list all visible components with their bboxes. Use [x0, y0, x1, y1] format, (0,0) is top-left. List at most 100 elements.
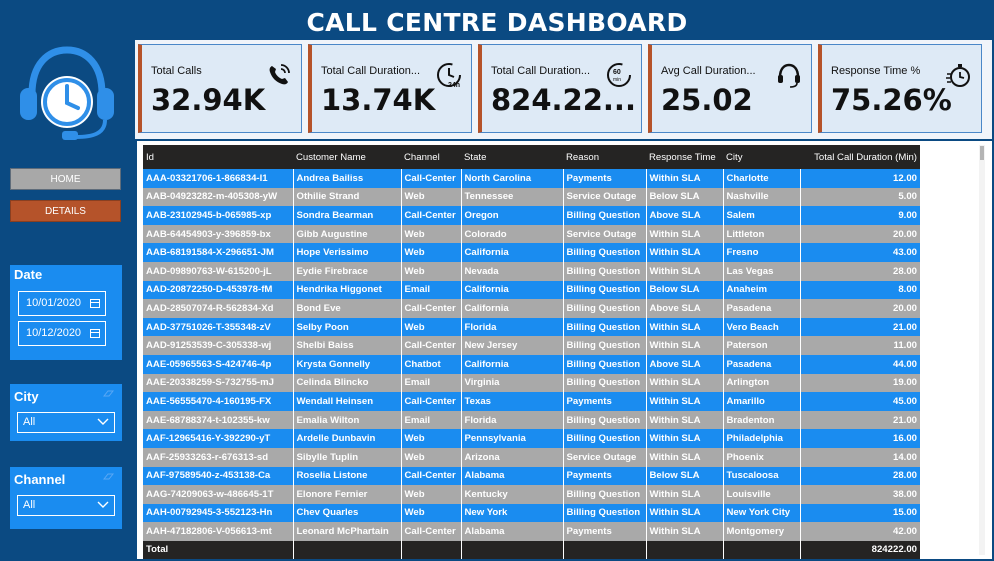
channel-dropdown[interactable]: All	[17, 495, 115, 516]
table-cell: Within SLA	[645, 373, 723, 393]
table-cell: Billing Question	[562, 429, 646, 448]
column-header-id[interactable]: Id	[143, 145, 293, 169]
table-cell: Littleton	[722, 224, 800, 244]
table-cell: Wendall Heinsen	[292, 392, 401, 411]
table-cell: Within SLA	[645, 503, 723, 523]
table-cell: Billing Question	[562, 299, 646, 318]
table-row[interactable]: AAD-09890763-W-615200-jL Eydie Firebrace W…	[143, 261, 920, 281]
column-header-city[interactable]: City	[723, 145, 800, 169]
kpi-label: Total Call Duration...	[491, 65, 591, 77]
table-row[interactable]: AAE-56555470-4-160195-FX Wendall Heinsen C…	[143, 392, 920, 411]
table-cell: Within SLA	[645, 429, 723, 448]
kpi-label: Total Call Duration...	[321, 65, 421, 77]
table-cell: Web	[400, 187, 461, 207]
kpi-card-avg-call-duration: Avg Call Duration... 25.02	[648, 44, 812, 133]
table-row[interactable]: AAD-91253539-C-305338-wj Shelbi Baiss Call…	[143, 336, 920, 355]
table-cell: Above SLA	[645, 354, 723, 374]
city-dropdown[interactable]: All	[17, 412, 115, 433]
table-cell: AAE-56555470-4-160195-FX	[143, 392, 293, 411]
column-header-total-call-duration[interactable]: Total Call Duration (Min)	[800, 145, 920, 169]
column-header-customer-name[interactable]: Customer Name	[293, 145, 401, 169]
table-cell: Chev Quarles	[292, 503, 401, 523]
svg-text:60: 60	[613, 69, 621, 76]
table-row[interactable]: AAE-68788374-t-102355-kw Emalia Wilton Ema…	[143, 410, 920, 430]
table-cell: Ardelle Dunbavin	[292, 429, 401, 448]
table-cell: Phoenix	[722, 447, 800, 467]
table-cell: Billing Question	[562, 503, 646, 523]
column-header-reason[interactable]: Reason	[563, 145, 646, 169]
details-button[interactable]: DETAILS	[10, 200, 121, 222]
column-header-channel[interactable]: Channel	[401, 145, 461, 169]
table-cell: Call-Center	[400, 466, 461, 486]
table-cell: Email	[400, 280, 461, 300]
table-cell: Shelbi Baiss	[292, 336, 401, 355]
table-cell: Roselia Listone	[292, 466, 401, 486]
kpi-cards-panel: Total Calls 32.94K Total Call Duration..…	[135, 40, 992, 139]
calendar-icon[interactable]	[90, 329, 100, 338]
table-row[interactable]: AAB-68191584-X-296651-JM Hope Verissimo We…	[143, 243, 920, 262]
table-cell: Eydie Firebrace	[292, 261, 401, 281]
table-row[interactable]: AAE-05965563-S-424746-4p Krysta Gonnelly C…	[143, 354, 920, 374]
start-date-input[interactable]: 10/01/2020	[18, 291, 106, 316]
home-button[interactable]: HOME	[10, 168, 121, 190]
table-cell: Gibb Augustine	[292, 224, 401, 244]
total-label: Total	[143, 540, 293, 559]
table-cell: AAF-25933263-r-676313-sd	[143, 447, 293, 467]
table-row[interactable]: AAB-64454903-y-396859-bx Gibb Augustine We…	[143, 224, 920, 244]
table-row[interactable]: AAE-20338259-S-732755-mJ Celinda Blincko E…	[143, 373, 920, 393]
clock-24h-icon: 24h	[437, 63, 461, 89]
table-cell: 20.00	[799, 299, 920, 318]
table-row[interactable]: AAD-20872250-D-453978-fM Hendrika Higgone…	[143, 280, 920, 300]
calendar-icon[interactable]	[90, 299, 100, 308]
table-cell: Service Outage	[562, 187, 646, 207]
table-cell: Call-Center	[400, 169, 461, 188]
table-cell: Payments	[562, 522, 646, 541]
table-row[interactable]: AAH-00792945-3-552123-Hn Chev Quarles Web N…	[143, 503, 920, 523]
chevron-down-icon[interactable]	[97, 500, 109, 509]
column-header-state[interactable]: State	[461, 145, 563, 169]
table-row[interactable]: AAF-12965416-Y-392290-yT Ardelle Dunbavin…	[143, 429, 920, 448]
total-value: 824222.00	[799, 540, 920, 559]
table-cell: Within SLA	[645, 522, 723, 541]
clear-selection-icon[interactable]	[103, 473, 114, 481]
table-row[interactable]: AAH-47182806-V-056613-mt Leonard McPharta…	[143, 522, 920, 541]
table-row[interactable]: AAD-37751026-T-355348-zV Selby Poon Web Flo…	[143, 317, 920, 337]
table-cell: Hope Verissimo	[292, 243, 401, 262]
start-date-value: 10/01/2020	[26, 297, 82, 309]
table-cell: Within SLA	[645, 261, 723, 281]
table-row[interactable]: AAD-28507074-R-562834-Xd Bond Eve Call-Cen…	[143, 299, 920, 318]
table-cell: AAG-74209063-w-486645-1T	[143, 485, 293, 504]
table-cell: Payments	[562, 466, 646, 486]
table-cell: Payments	[562, 392, 646, 411]
table-cell: Hendrika Higgonet	[292, 280, 401, 300]
table-row[interactable]: AAF-25933263-r-676313-sd Sibylle Tuplin We…	[143, 447, 920, 467]
channel-dropdown-value: All	[23, 499, 36, 511]
table-cell: California	[460, 354, 563, 374]
chevron-down-icon[interactable]	[97, 417, 109, 426]
table-cell: Andrea Bailiss	[292, 169, 401, 188]
calls-table: Id Customer Name Channel State Reason Re…	[143, 145, 920, 559]
table-cell: AAB-23102945-b-065985-xp	[143, 206, 293, 225]
table-scrollbar-thumb[interactable]	[980, 146, 984, 160]
table-cell: AAB-64454903-y-396859-bx	[143, 224, 293, 244]
clear-selection-icon[interactable]	[103, 390, 114, 398]
table-row[interactable]: AAB-04923282-m-405308-yW Othilie Strand We…	[143, 187, 920, 207]
table-cell: Within SLA	[645, 336, 723, 355]
table-cell: Nashville	[722, 187, 800, 207]
table-cell: Call-Center	[400, 336, 461, 355]
table-cell: Within SLA	[645, 447, 723, 467]
end-date-input[interactable]: 10/12/2020	[18, 321, 106, 346]
table-row[interactable]: AAA-03321706-1-866834-I1 Andrea Bailiss Ca…	[143, 169, 920, 188]
table-scrollbar[interactable]	[979, 145, 985, 555]
table-row[interactable]: AAG-74209063-w-486645-1T Elonore Fernier W…	[143, 485, 920, 504]
table-row[interactable]: AAF-97589540-z-453138-Ca Roselia Listone C…	[143, 466, 920, 486]
kpi-value: 25.02	[661, 83, 753, 117]
kpi-value: 75.26%	[831, 83, 952, 117]
table-cell: New Jersey	[460, 336, 563, 355]
table-cell: Bond Eve	[292, 299, 401, 318]
column-header-response-time[interactable]: Response Time	[646, 145, 723, 169]
table-header-row: Id Customer Name Channel State Reason Re…	[143, 145, 920, 169]
table-cell: 42.00	[799, 522, 920, 541]
table-row[interactable]: AAB-23102945-b-065985-xp Sondra Bearman Ca…	[143, 206, 920, 225]
table-cell: 5.00	[799, 187, 920, 207]
